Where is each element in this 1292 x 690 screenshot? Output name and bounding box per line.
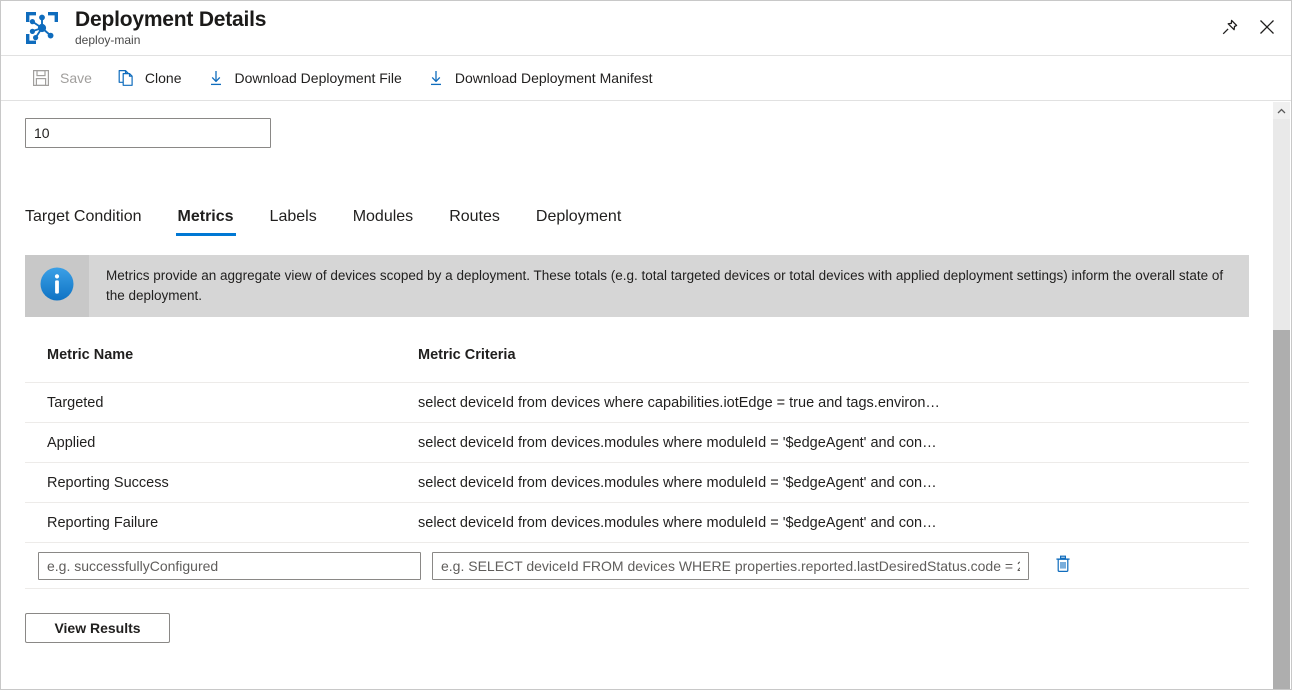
scrollbar-thumb[interactable] <box>1273 330 1290 690</box>
close-button[interactable] <box>1251 13 1283 45</box>
download-deployment-manifest-button[interactable]: Download Deployment Manifest <box>418 62 663 94</box>
header-text-group: Deployment Details deploy-main <box>75 8 266 48</box>
metric-criteria-cell: select deviceId from devices.modules whe… <box>417 435 1179 451</box>
tab-bar: Target Condition Metrics Labels Modules … <box>25 196 1269 236</box>
clone-label: Clone <box>145 70 182 86</box>
table-row[interactable]: Targeted select deviceId from devices wh… <box>25 383 1249 423</box>
tab-modules[interactable]: Modules <box>341 208 425 236</box>
info-icon <box>37 264 77 309</box>
save-label: Save <box>60 70 92 86</box>
scrollbar-track[interactable] <box>1273 119 1290 690</box>
metric-name-cell: Reporting Success <box>25 475 417 491</box>
scrollbar-up-button[interactable] <box>1273 102 1290 119</box>
tab-deployment[interactable]: Deployment <box>524 208 633 236</box>
new-metric-criteria-input[interactable] <box>432 552 1029 580</box>
header-action-group <box>1213 1 1283 56</box>
table-row[interactable]: Applied select deviceId from devices.mod… <box>25 423 1249 463</box>
metric-name-cell: Targeted <box>25 395 417 411</box>
view-results-button[interactable]: View Results <box>25 613 170 643</box>
tab-routes[interactable]: Routes <box>437 208 512 236</box>
download-icon <box>206 68 226 88</box>
info-banner: Metrics provide an aggregate view of dev… <box>25 255 1249 317</box>
metric-name-cell: Applied <box>25 435 417 451</box>
metric-criteria-cell: select deviceId from devices where capab… <box>417 395 1179 411</box>
metric-name-cell: Reporting Failure <box>25 515 417 531</box>
column-header-metric-name: Metric Name <box>25 347 417 363</box>
new-metric-row <box>25 543 1249 589</box>
chevron-up-icon <box>1277 102 1286 120</box>
tab-labels[interactable]: Labels <box>258 208 329 236</box>
clone-button[interactable]: Clone <box>108 62 192 94</box>
delete-metric-button[interactable] <box>1047 550 1079 582</box>
scrollable-content-area: Target Condition Metrics Labels Modules … <box>1 101 1291 689</box>
page-title: Deployment Details <box>75 8 266 32</box>
deployment-details-window: Deployment Details deploy-main <box>0 0 1292 690</box>
download-deployment-manifest-label: Download Deployment Manifest <box>455 70 653 86</box>
page-subtitle: deploy-main <box>75 33 266 48</box>
save-icon <box>31 68 51 88</box>
clone-icon <box>116 68 136 88</box>
tab-target-condition[interactable]: Target Condition <box>15 208 154 236</box>
table-header-row: Metric Name Metric Criteria <box>25 345 1249 383</box>
close-icon <box>1258 18 1276 39</box>
pin-icon <box>1220 18 1239 40</box>
info-banner-text: Metrics provide an aggregate view of dev… <box>89 255 1249 317</box>
table-row[interactable]: Reporting Success select deviceId from d… <box>25 463 1249 503</box>
metric-criteria-cell: select deviceId from devices.modules whe… <box>417 515 1179 531</box>
pin-button[interactable] <box>1213 13 1245 45</box>
window-header: Deployment Details deploy-main <box>1 1 1291 56</box>
metric-criteria-cell: select deviceId from devices.modules whe… <box>417 475 1179 491</box>
priority-input[interactable] <box>25 118 271 148</box>
column-header-metric-criteria: Metric Criteria <box>417 347 1179 363</box>
download-deployment-file-label: Download Deployment File <box>235 70 402 86</box>
download-icon <box>426 68 446 88</box>
command-toolbar: Save Clone Download Deplo <box>1 56 1291 101</box>
table-row[interactable]: Reporting Failure select deviceId from d… <box>25 503 1249 543</box>
content-container: Target Condition Metrics Labels Modules … <box>1 101 1269 643</box>
save-button[interactable]: Save <box>23 62 102 94</box>
download-deployment-file-button[interactable]: Download Deployment File <box>198 62 412 94</box>
tab-metrics[interactable]: Metrics <box>166 208 246 236</box>
new-metric-name-input[interactable] <box>38 552 421 580</box>
vertical-scrollbar[interactable] <box>1273 102 1290 690</box>
deployment-network-icon <box>23 9 61 47</box>
metrics-table: Metric Name Metric Criteria Targeted sel… <box>25 345 1249 589</box>
trash-icon <box>1053 554 1073 577</box>
info-icon-container <box>25 255 89 317</box>
